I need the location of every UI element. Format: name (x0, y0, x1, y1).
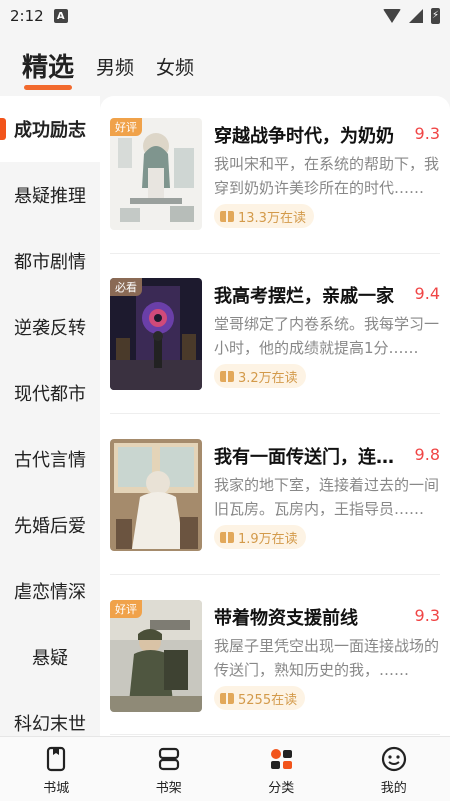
book-title[interactable]: 带着物资支援前线 (214, 604, 404, 630)
reading-count: 3.2万在读 (214, 364, 306, 388)
book-cover[interactable]: 好评 (110, 118, 202, 230)
divider (110, 574, 440, 575)
book-description: 堂哥绑定了内卷系统。我每学习一小时，他的成绩就提高1分…… (214, 315, 440, 357)
book-cover[interactable]: 好评 (110, 600, 202, 712)
list-item[interactable]: 我有一面传送门，连接过去 9.8 我家的地下室，连接着过去的一间旧瓦房。瓦房内，… (110, 439, 440, 551)
wifi-icon (383, 9, 401, 23)
reading-count: 13.3万在读 (214, 204, 314, 228)
sidebar-item-ancient-romance[interactable]: 古代言情 (0, 426, 100, 492)
reading-count-text: 1.9万在读 (238, 531, 298, 547)
divider (110, 734, 440, 735)
list-item[interactable]: 必看 我高考摆烂，亲戚一家 9.4 堂哥绑定了内卷系统。我每学习一小时，他的成绩… (110, 278, 440, 390)
list-item[interactable]: 好评 带着物资支援前线 9.3 我屋子里凭空出现一面连接战场的传送门，熟知历史的… (110, 600, 440, 712)
sidebar-item-suspense[interactable]: 悬疑 (0, 624, 100, 690)
notification-icon: A (53, 9, 68, 23)
nav-label: 书架 (155, 781, 182, 796)
sidebar-item-mystery-reasoning[interactable]: 悬疑推理 (0, 162, 100, 228)
reading-count-text: 5255在读 (238, 692, 298, 708)
sidebar-item-urban-drama[interactable]: 都市剧情 (0, 228, 100, 294)
status-icons: ⚡ (383, 8, 440, 24)
battery-icon: ⚡ (431, 8, 440, 24)
status-bar: 2:12 A ⚡ (0, 0, 450, 32)
book-cover[interactable] (110, 439, 202, 551)
list-item[interactable]: 好评 穿越战争时代，为奶奶 9.3 我叫宋和平，在系统的帮助下，我穿到奶奶许美珍… (110, 118, 440, 230)
profile-icon (381, 746, 406, 772)
book-score: 9.4 (414, 284, 440, 303)
reading-count-text: 3.2万在读 (238, 370, 298, 386)
book-list: 好评 穿越战争时代，为奶奶 9.3 我叫宋和平，在系统的帮助下，我穿到奶奶许美珍… (100, 96, 450, 736)
book-score: 9.3 (414, 606, 440, 625)
good-review-badge: 好评 (110, 600, 142, 618)
book-description: 我家的地下室，连接着过去的一间旧瓦房。瓦房内，王指导员…… (214, 476, 440, 518)
book-description: 我屋子里凭空出现一面连接战场的传送门，熟知历史的我，…… (214, 637, 440, 679)
nav-bookshelf[interactable]: 书架 (113, 737, 226, 801)
nav-label: 我的 (380, 781, 407, 796)
reading-count: 1.9万在读 (214, 525, 306, 549)
reading-count-text: 13.3万在读 (238, 210, 306, 226)
open-book-icon (220, 692, 234, 704)
book-score: 9.3 (414, 124, 440, 143)
sidebar-item-tragic-love[interactable]: 虐恋情深 (0, 558, 100, 624)
good-review-badge: 好评 (110, 118, 142, 136)
reading-count: 5255在读 (214, 686, 306, 710)
tab-male[interactable]: 男频 (96, 53, 134, 90)
book-description: 我叫宋和平，在系统的帮助下，我穿到奶奶许美珍所在的时代…… (214, 155, 440, 197)
nav-label: 分类 (268, 781, 295, 796)
sidebar-item-modern-urban[interactable]: 现代都市 (0, 360, 100, 426)
signal-icon (409, 9, 423, 23)
open-book-icon (220, 210, 234, 222)
must-read-badge: 必看 (110, 278, 142, 296)
bottom-nav: 书城 书架 分类 我的 (0, 736, 450, 801)
open-book-icon (220, 370, 234, 382)
book-title[interactable]: 我有一面传送门，连接过去 (214, 443, 404, 469)
book-score: 9.8 (414, 445, 440, 464)
book-title[interactable]: 我高考摆烂，亲戚一家 (214, 282, 404, 308)
book-title[interactable]: 穿越战争时代，为奶奶 (214, 122, 404, 148)
bookstore-icon (47, 746, 66, 772)
nav-category[interactable]: 分类 (225, 737, 338, 801)
nav-label: 书城 (43, 781, 70, 796)
category-sidebar: 成功励志 悬疑推理 都市剧情 逆袭反转 现代都市 古代言情 先婚后爱 虐恋情深 … (0, 96, 100, 736)
book-cover[interactable]: 必看 (110, 278, 202, 390)
tab-featured[interactable]: 精选 (22, 47, 74, 90)
status-time: 2:12 (10, 7, 44, 25)
tab-female[interactable]: 女频 (156, 53, 194, 90)
divider (110, 413, 440, 414)
bookshelf-icon (158, 747, 179, 771)
nav-bookstore[interactable]: 书城 (0, 737, 113, 801)
open-book-icon (220, 531, 234, 543)
sidebar-item-success[interactable]: 成功励志 (0, 96, 100, 162)
sidebar-item-marriage-first[interactable]: 先婚后爱 (0, 492, 100, 558)
sidebar-item-comeback[interactable]: 逆袭反转 (0, 294, 100, 360)
nav-profile[interactable]: 我的 (338, 737, 450, 801)
category-icon (271, 749, 293, 769)
divider (110, 253, 440, 254)
top-tabs: 精选 男频 女频 (0, 38, 450, 90)
